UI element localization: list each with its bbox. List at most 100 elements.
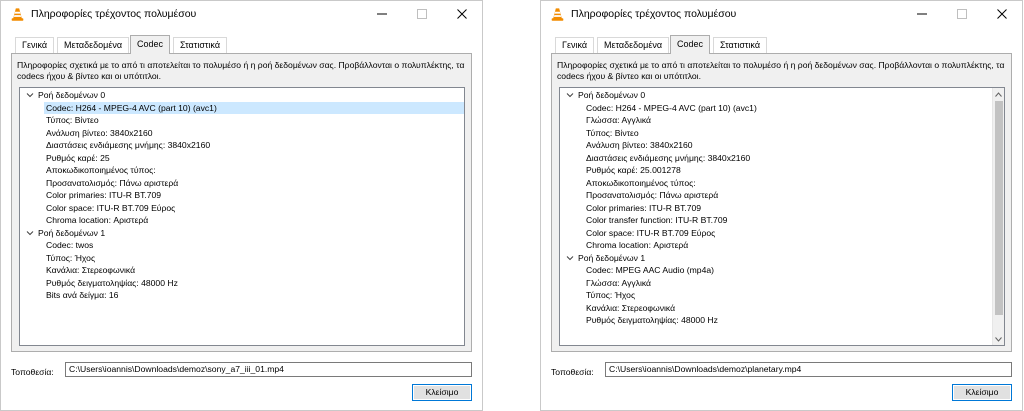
chevron-down-icon xyxy=(995,336,1002,342)
tree-item-row[interactable]: Color space: ITU-R BT.709 Εύρος xyxy=(20,202,464,214)
tree-item-row[interactable]: Color transfer function: ITU-R BT.709 xyxy=(560,214,1004,226)
tab-statistics[interactable]: Στατιστικά xyxy=(173,37,228,53)
tree-item-row[interactable]: Τύπος: Ήχος xyxy=(560,289,1004,301)
tree-item-label: Τύπος: Βίντεο xyxy=(46,115,99,125)
location-field[interactable]: C:\Users\ioannis\Downloads\demoz\sony_a7… xyxy=(65,362,472,377)
tree-item-row[interactable]: Codec: twos xyxy=(20,239,464,251)
location-label: Τοποθεσία: xyxy=(11,367,54,377)
tree-item-row[interactable]: Γλώσσα: Αγγλικά xyxy=(560,277,1004,289)
tab-general[interactable]: Γενικά xyxy=(15,37,55,53)
tree-item-row[interactable]: Codec: H264 - MPEG-4 AVC (part 10) (avc1… xyxy=(560,102,1004,114)
title-bar[interactable]: Πληροφορίες τρέχοντος πολυμέσου xyxy=(541,1,1022,29)
minimize-icon xyxy=(917,13,927,15)
tree-item-label: Γλώσσα: Αγγλικά xyxy=(586,277,652,288)
tree-group-row[interactable]: Ροή δεδομένων 1 xyxy=(560,252,1004,264)
tree-group-row[interactable]: Ροή δεδομένων 1 xyxy=(20,227,464,239)
tree-item-row[interactable]: Διαστάσεις ενδιάμεσης μνήμης: 3840x2160 xyxy=(560,152,1004,164)
chevron-down-icon[interactable] xyxy=(26,91,34,99)
tree-item-row[interactable]: Codec: MPEG AAC Audio (mp4a) xyxy=(560,264,1004,276)
close-window-button[interactable] xyxy=(442,1,482,27)
tree-item-row[interactable]: Προσανατολισμός: Πάνω αριστερά xyxy=(20,177,464,189)
tree-item-row[interactable]: Τύπος: Ήχος xyxy=(20,252,464,264)
location-label: Τοποθεσία: xyxy=(551,367,594,377)
tree-item-label: Κανάλια: Στερεοφωνικά xyxy=(586,302,676,313)
tree-item-label: Color space: ITU-R BT.709 Εύρος xyxy=(46,202,176,213)
tree-item-row[interactable]: Color space: ITU-R BT.709 Εύρος xyxy=(560,227,1004,239)
tab-codec[interactable]: Codec xyxy=(130,35,171,54)
minimize-button[interactable] xyxy=(362,1,402,27)
window-title: Πληροφορίες τρέχοντος πολυμέσου xyxy=(571,8,737,20)
close-window-button[interactable] xyxy=(982,1,1022,27)
tree-item-label: Κανάλια: Στερεοφωνικά xyxy=(46,265,136,275)
tree-item-label: Διαστάσεις ενδιάμεσης μνήμης: 3840x2160 xyxy=(586,152,751,163)
maximize-button[interactable] xyxy=(402,1,442,27)
location-field[interactable]: C:\Users\ioannis\Downloads\demoz\planeta… xyxy=(605,362,1012,377)
maximize-icon xyxy=(417,9,427,19)
tree-item-row[interactable]: Ρυθμός δειγματοληψίας: 48000 Hz xyxy=(20,277,464,289)
tree-item-label: Ροή δεδομένων 0 xyxy=(578,90,646,100)
minimize-button[interactable] xyxy=(902,1,942,27)
tab-codec[interactable]: Codec xyxy=(670,35,711,54)
tab-general[interactable]: Γενικά xyxy=(555,37,595,53)
vlc-cone-icon xyxy=(11,8,24,21)
chevron-down-icon[interactable] xyxy=(566,254,574,262)
tree-item-row[interactable]: Κανάλια: Στερεοφωνικά xyxy=(560,302,1004,314)
tree-item-label: Ρυθμός καρέ: 25 xyxy=(46,152,110,163)
tree-item-label: Color primaries: ITU-R BT.709 xyxy=(46,190,162,200)
tree-item-row[interactable]: Ανάλυση βίντεο: 3840x2160 xyxy=(560,139,1004,151)
tree-item-row[interactable]: Ρυθμός δειγματοληψίας: 48000 Hz xyxy=(560,314,1004,326)
tree-item-row[interactable]: Chroma location: Αριστερά xyxy=(560,239,1004,251)
tree-group-row[interactable]: Ροή δεδομένων 0 xyxy=(560,89,1004,101)
tab-metadata[interactable]: Μεταδεδομένα xyxy=(597,37,670,53)
tree-item-label: Ροή δεδομένων 1 xyxy=(578,252,646,263)
tab-bar: Γενικά Μεταδεδομένα Codec Στατιστικά xyxy=(555,35,1008,54)
tree-item-label: Αποκωδικοποιημένος τύπος: xyxy=(586,177,696,188)
chevron-down-icon[interactable] xyxy=(566,91,574,99)
tree-item-row[interactable]: Διαστάσεις ενδιάμεσης μνήμης: 3840x2160 xyxy=(20,139,464,151)
tree-item-row[interactable]: Chroma location: Αριστερά xyxy=(20,214,464,226)
close-button[interactable]: Κλείσιμο xyxy=(952,384,1012,401)
codec-tree[interactable]: Ροή δεδομένων 0 Codec: H264 - MPEG-4 AVC … xyxy=(559,87,1005,346)
tree-group-row[interactable]: Ροή δεδομένων 0 xyxy=(20,89,464,101)
chevron-down-icon[interactable] xyxy=(26,229,34,237)
codec-description: Πληροφορίες σχετικά με το από τι αποτελε… xyxy=(557,60,1005,81)
close-button[interactable]: Κλείσιμο xyxy=(412,384,472,401)
tree-item-label: Αποκωδικοποιημένος τύπος: xyxy=(46,165,156,175)
codec-tree[interactable]: Ροή δεδομένων 0 Codec: H264 - MPEG-4 AVC … xyxy=(19,87,465,346)
tree-item-label: Chroma location: Αριστερά xyxy=(586,240,689,250)
tree-item-row[interactable]: Γλώσσα: Αγγλικά xyxy=(560,114,1004,126)
maximize-icon xyxy=(957,9,967,19)
tree-item-row[interactable]: Αποκωδικοποιημένος τύπος: xyxy=(20,164,464,176)
close-icon xyxy=(457,9,467,19)
codec-panel: Πληροφορίες σχετικά με το από τι αποτελε… xyxy=(551,53,1012,352)
tree-item-row[interactable]: Ανάλυση βίντεο: 3840x2160 xyxy=(20,127,464,139)
tree-item-row[interactable]: Ρυθμός καρέ: 25 xyxy=(20,152,464,164)
tree-item-label: Codec: H264 - MPEG-4 AVC (part 10) (avc1… xyxy=(46,102,217,113)
tab-statistics[interactable]: Στατιστικά xyxy=(713,37,768,53)
minimize-icon xyxy=(377,13,387,15)
tab-bar: Γενικά Μεταδεδομένα Codec Στατιστικά xyxy=(15,35,468,54)
scroll-down-button[interactable] xyxy=(993,333,1004,345)
tree-item-row[interactable]: Bits ανά δείγμα: 16 xyxy=(20,289,464,301)
tree-item-label: Γλώσσα: Αγγλικά xyxy=(586,115,652,125)
tab-metadata[interactable]: Μεταδεδομένα xyxy=(57,37,130,53)
tree-item-row[interactable]: Αποκωδικοποιημένος τύπος: xyxy=(560,177,1004,189)
tree-item-row[interactable]: Κανάλια: Στερεοφωνικά xyxy=(20,264,464,276)
tree-item-label: Ροή δεδομένων 1 xyxy=(38,227,106,238)
tree-item-label: Τύπος: Ήχος xyxy=(586,290,636,300)
tree-item-row[interactable]: Codec: H264 - MPEG-4 AVC (part 10) (avc1… xyxy=(20,101,464,114)
tree-item-row[interactable]: Προσανατολισμός: Πάνω αριστερά xyxy=(560,189,1004,201)
tree-item-row[interactable]: Ρυθμός καρέ: 25.001278 xyxy=(560,164,1004,176)
tree-item-label: Προσανατολισμός: Πάνω αριστερά xyxy=(46,177,179,188)
tree-item-label: Codec: H264 - MPEG-4 AVC (part 10) (avc1… xyxy=(586,102,757,113)
tree-item-row[interactable]: Τύπος: Βίντεο xyxy=(20,114,464,126)
media-info-window-right: Πληροφορίες τρέχοντος πολυμέσου Γενικά Μ… xyxy=(540,0,1023,411)
tree-item-label: Ανάλυση βίντεο: 3840x2160 xyxy=(46,127,153,138)
tree-item-row[interactable]: Color primaries: ITU-R BT.709 xyxy=(560,202,1004,214)
tree-item-row[interactable]: Color primaries: ITU-R BT.709 xyxy=(20,189,464,201)
title-bar[interactable]: Πληροφορίες τρέχοντος πολυμέσου xyxy=(1,1,482,29)
maximize-button[interactable] xyxy=(942,1,982,27)
window-title: Πληροφορίες τρέχοντος πολυμέσου xyxy=(31,8,197,20)
tree-item-label: Τύπος: Ήχος xyxy=(46,252,96,263)
tree-item-row[interactable]: Τύπος: Βίντεο xyxy=(560,127,1004,139)
